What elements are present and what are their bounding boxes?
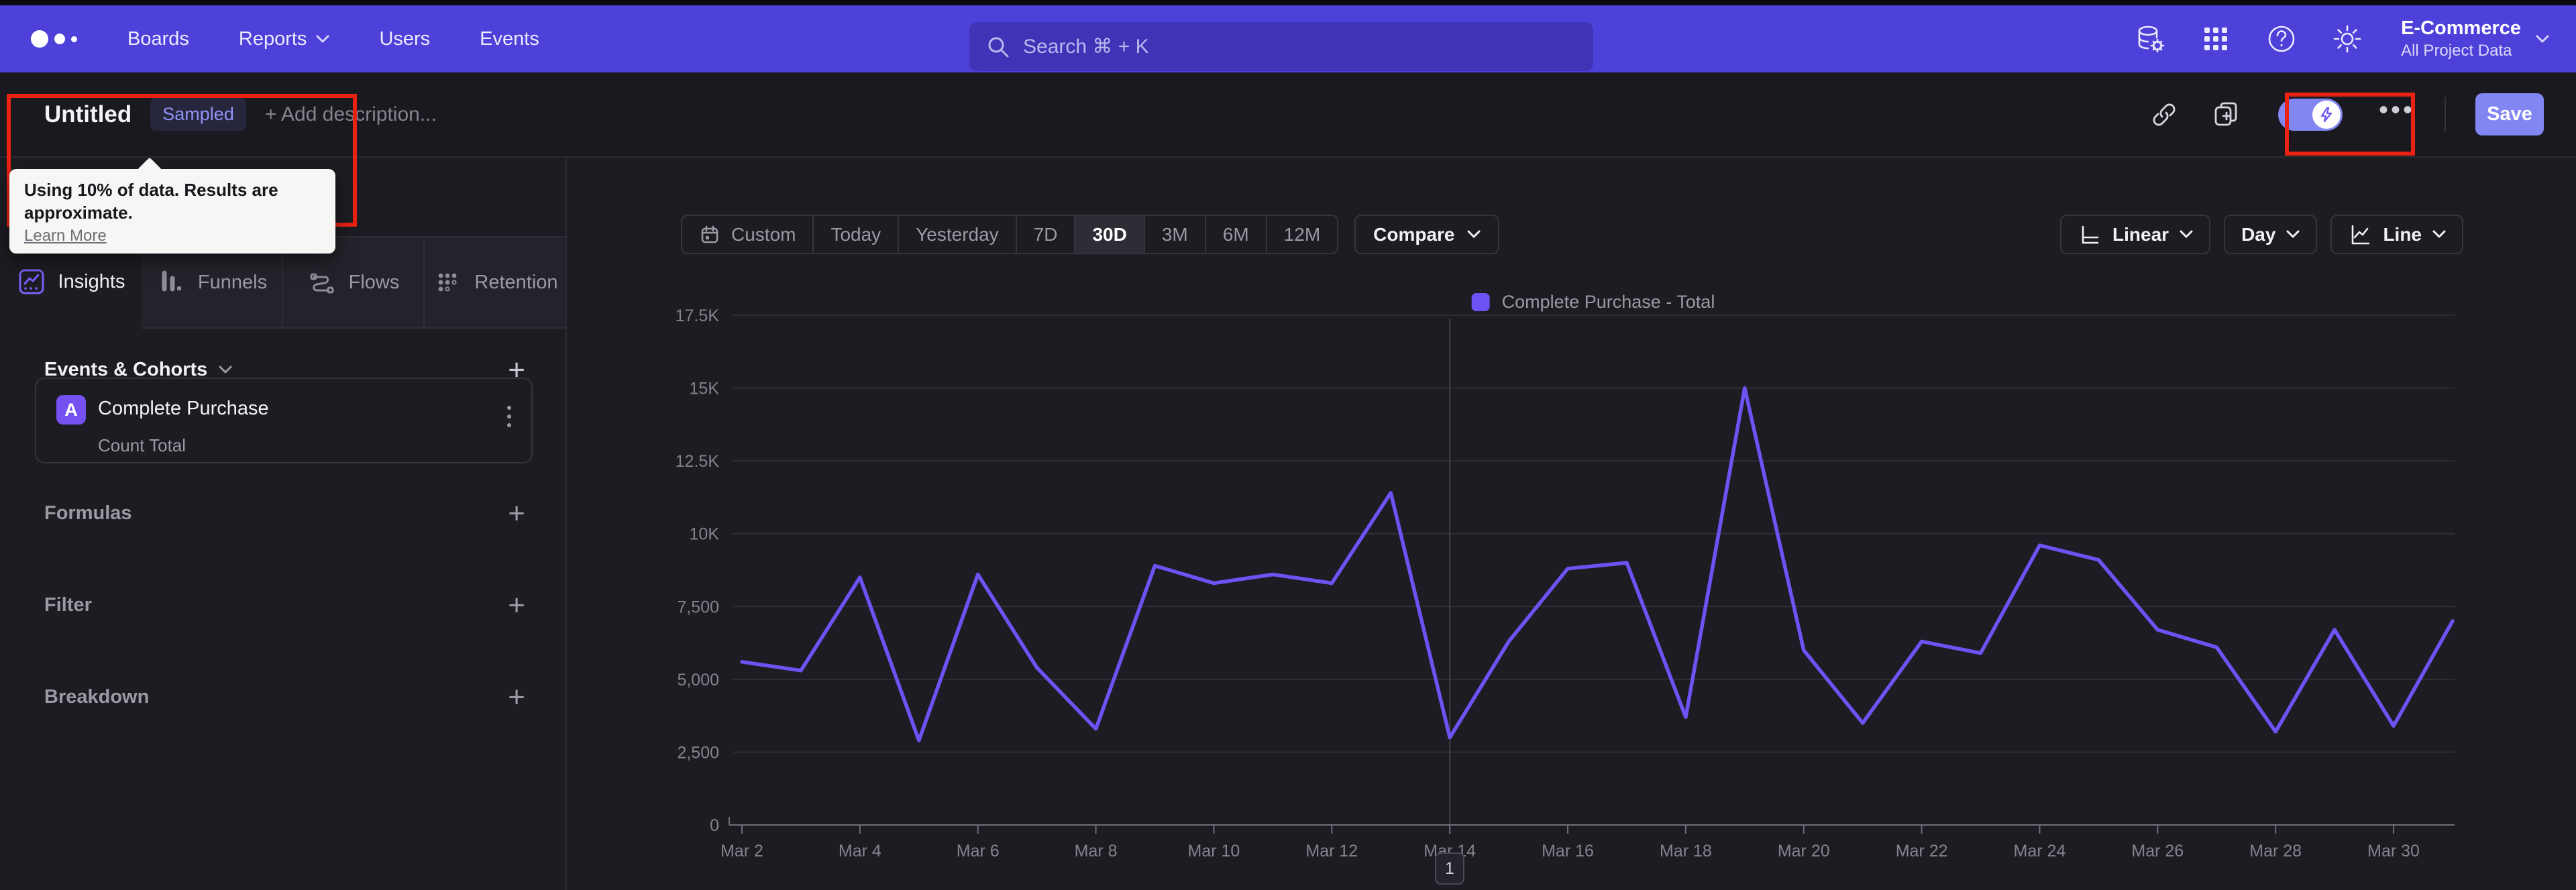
svg-text:Mar 8: Mar 8 bbox=[1075, 842, 1118, 860]
copy-link-icon[interactable] bbox=[2148, 99, 2180, 131]
tab-retention[interactable]: Retention bbox=[425, 236, 566, 329]
nav-item-events[interactable]: Events bbox=[480, 28, 539, 50]
nav-item-users[interactable]: Users bbox=[379, 28, 430, 50]
svg-text:Mar 10: Mar 10 bbox=[1188, 842, 1240, 860]
add-filter-button[interactable]: + bbox=[508, 590, 525, 620]
logo-dot bbox=[31, 30, 48, 48]
svg-text:7,500: 7,500 bbox=[677, 598, 719, 616]
learn-more-link[interactable]: Learn More bbox=[24, 227, 107, 245]
formulas-section: Formulas + bbox=[44, 498, 525, 528]
add-formula-button[interactable]: + bbox=[508, 498, 525, 528]
divider bbox=[2445, 97, 2446, 132]
insights-icon bbox=[19, 269, 44, 294]
event-metric[interactable]: Count Total bbox=[98, 435, 186, 456]
svg-text:0: 0 bbox=[710, 816, 719, 835]
more-menu-icon[interactable]: ••• bbox=[2379, 97, 2415, 126]
chevron-down-icon bbox=[219, 366, 232, 374]
annotation-marker[interactable]: 1 bbox=[1435, 852, 1464, 885]
help-icon[interactable] bbox=[2265, 23, 2298, 55]
filter-section: Filter + bbox=[44, 590, 525, 620]
lightning-bolt-icon bbox=[2320, 107, 2332, 122]
svg-text:15K: 15K bbox=[690, 380, 720, 398]
logo-dot bbox=[54, 34, 65, 44]
query-builder-sidebar: Insights Funnels Flows Retention Events … bbox=[0, 158, 567, 890]
data-management-icon[interactable] bbox=[2134, 23, 2166, 55]
window-edge bbox=[0, 0, 2576, 5]
content-area: Insights Funnels Flows Retention Events … bbox=[0, 158, 2576, 890]
retention-icon bbox=[439, 273, 458, 292]
svg-text:2,500: 2,500 bbox=[677, 743, 719, 762]
svg-text:Mar 26: Mar 26 bbox=[2131, 842, 2184, 860]
toggle-knob bbox=[2312, 100, 2341, 129]
funnels-icon bbox=[162, 270, 181, 292]
event-options-icon[interactable] bbox=[504, 403, 514, 430]
formulas-label: Formulas bbox=[44, 502, 132, 524]
sampling-tooltip: Using 10% of data. Results are approxima… bbox=[9, 157, 335, 254]
event-letter-badge: A bbox=[56, 395, 86, 425]
tooltip-text: Using 10% of data. Results are approxima… bbox=[24, 180, 278, 223]
workspace-name: E-Commerce bbox=[2401, 17, 2521, 39]
breakdown-label: Breakdown bbox=[44, 686, 150, 708]
nav-item-boards[interactable]: Boards bbox=[127, 28, 189, 50]
top-nav: Boards Reports Users Events Search ⌘ + K… bbox=[0, 5, 2576, 72]
svg-text:Mar 20: Mar 20 bbox=[1778, 842, 1830, 860]
settings-gear-icon[interactable] bbox=[2331, 23, 2363, 55]
add-description-field[interactable]: + Add description... bbox=[265, 103, 437, 126]
flows-icon bbox=[310, 273, 334, 294]
search-icon bbox=[988, 37, 1009, 57]
svg-text:12.5K: 12.5K bbox=[676, 452, 720, 471]
svg-text:Mar 24: Mar 24 bbox=[2014, 842, 2066, 860]
workspace-switcher[interactable]: E-Commerce All Project Data bbox=[2401, 17, 2549, 60]
report-header-bar: Untitled Sampled + Add description... ••… bbox=[0, 72, 2576, 158]
nav-menu: Boards Reports Users Events bbox=[127, 28, 539, 50]
nav-item-reports[interactable]: Reports bbox=[239, 28, 330, 50]
svg-text:17.5K: 17.5K bbox=[676, 307, 720, 325]
line-chart: 17.5K 15K 12.5K 10K 7,500 5,000 2,500 0Mar 2 Mar… bbox=[676, 307, 2455, 860]
svg-text:Mar 30: Mar 30 bbox=[2367, 842, 2420, 860]
mixpanel-logo[interactable] bbox=[31, 30, 77, 48]
event-row-complete-purchase[interactable]: A Complete Purchase Count Total bbox=[35, 378, 533, 463]
sampled-badge[interactable]: Sampled bbox=[150, 98, 246, 131]
workspace-scope: All Project Data bbox=[2401, 42, 2512, 60]
save-button[interactable]: Save bbox=[2475, 93, 2544, 135]
breakdown-section: Breakdown + bbox=[44, 682, 525, 712]
apps-grid-icon[interactable] bbox=[2200, 23, 2232, 55]
chevron-down-icon bbox=[316, 35, 329, 42]
search-input[interactable]: Search ⌘ + K bbox=[969, 22, 1593, 71]
svg-text:Mar 18: Mar 18 bbox=[1660, 842, 1712, 860]
logo-dot bbox=[71, 36, 77, 42]
svg-text:Mar 6: Mar 6 bbox=[957, 842, 1000, 860]
svg-text:Mar 4: Mar 4 bbox=[839, 842, 881, 860]
svg-text:Mar 22: Mar 22 bbox=[1896, 842, 1948, 860]
chevron-down-icon bbox=[2536, 35, 2549, 42]
report-title[interactable]: Untitled bbox=[44, 101, 131, 128]
nav-right-cluster: E-Commerce All Project Data bbox=[2134, 5, 2549, 72]
svg-text:5,000: 5,000 bbox=[677, 671, 719, 689]
duplicate-icon[interactable] bbox=[2210, 99, 2242, 131]
sampling-toggle[interactable] bbox=[2277, 98, 2343, 131]
event-name: Complete Purchase bbox=[98, 398, 269, 419]
filter-label: Filter bbox=[44, 594, 92, 616]
svg-text:Mar 28: Mar 28 bbox=[2249, 842, 2302, 860]
search-placeholder: Search ⌘ + K bbox=[1023, 36, 1149, 58]
svg-text:10K: 10K bbox=[690, 525, 720, 544]
chart-panel: Custom Today Yesterday 7D 30D 3M 6M 12M Compare… bbox=[568, 158, 2576, 890]
svg-text:Mar 2: Mar 2 bbox=[720, 842, 763, 860]
svg-text:Mar 16: Mar 16 bbox=[1542, 842, 1594, 860]
svg-text:Mar 12: Mar 12 bbox=[1305, 842, 1358, 860]
add-event-button[interactable]: + bbox=[508, 355, 525, 384]
add-breakdown-button[interactable]: + bbox=[508, 682, 525, 712]
